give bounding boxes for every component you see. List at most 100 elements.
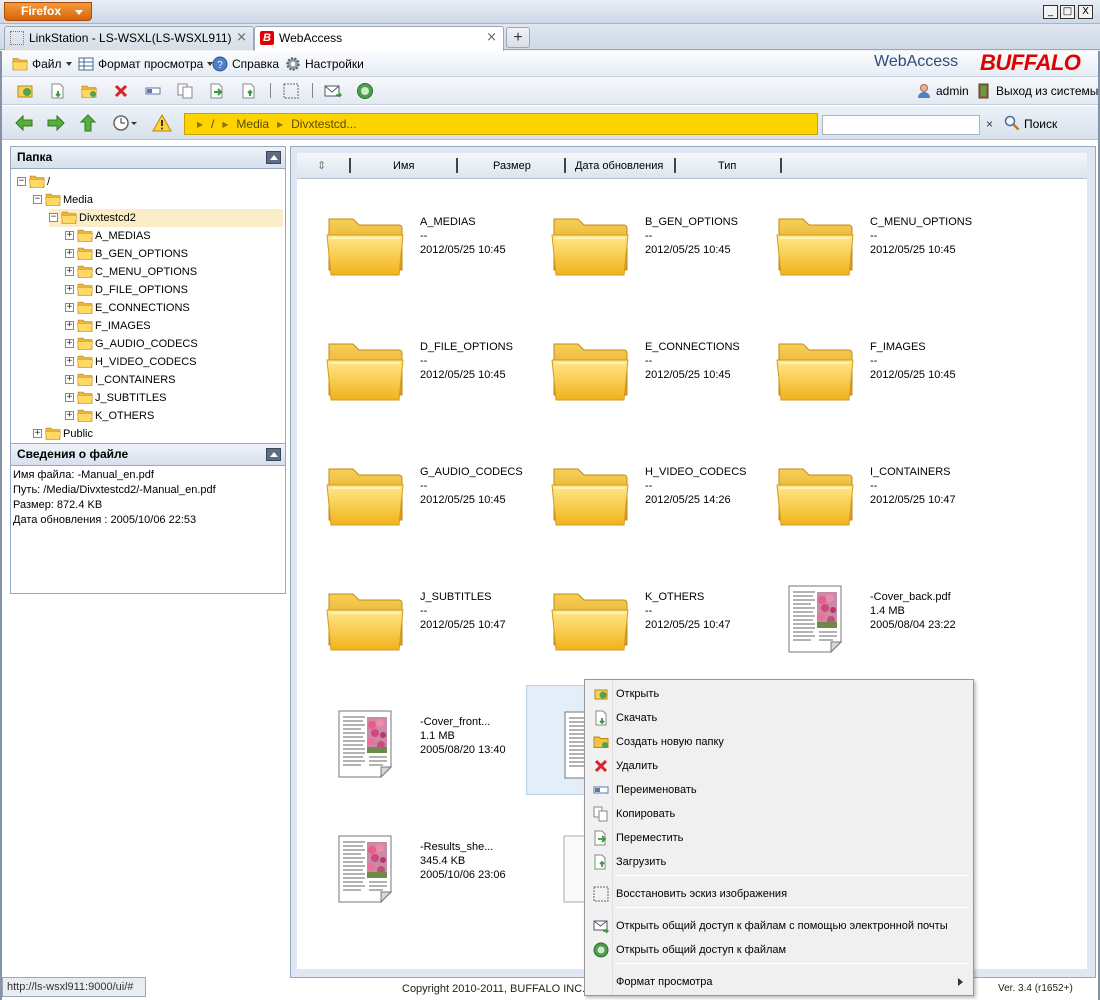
context-menu-item[interactable]: Скачать bbox=[587, 707, 971, 729]
folder-item[interactable]: B_GEN_OPTIONS -- 2012/05/25 10:45 bbox=[526, 185, 738, 295]
close-window-button[interactable]: X bbox=[1078, 5, 1093, 19]
forward-arrow-icon[interactable] bbox=[46, 113, 66, 133]
settings-menu[interactable]: Настройки bbox=[285, 56, 364, 72]
new-folder-icon[interactable] bbox=[80, 82, 98, 100]
tree-item[interactable]: − Divxtestcd2 bbox=[49, 209, 283, 227]
expand-toggle-icon[interactable]: + bbox=[65, 285, 74, 294]
tree-item[interactable]: + I_CONTAINERS bbox=[65, 371, 283, 389]
expand-toggle-icon[interactable]: + bbox=[65, 357, 74, 366]
column-updated[interactable]: Дата обновления bbox=[575, 158, 663, 174]
folder-item[interactable]: G_AUDIO_CODECS -- 2012/05/25 10:45 bbox=[301, 435, 523, 545]
tree-item[interactable]: + C_MENU_OPTIONS bbox=[65, 263, 283, 281]
column-size[interactable]: Размер bbox=[493, 158, 531, 174]
email-share-icon[interactable] bbox=[324, 82, 342, 100]
file-item[interactable]: -Cover_front... 1.1 MB 2005/08/20 13:40 bbox=[301, 685, 511, 795]
file-menu[interactable]: Файл bbox=[12, 56, 72, 72]
expand-toggle-icon[interactable]: + bbox=[65, 303, 74, 312]
tree-item[interactable]: + D_FILE_OPTIONS bbox=[65, 281, 283, 299]
context-menu-item[interactable]: Удалить bbox=[587, 755, 971, 777]
context-menu-item[interactable]: Переименовать bbox=[587, 779, 971, 801]
user-account[interactable]: admin bbox=[916, 83, 969, 99]
warning-icon[interactable] bbox=[152, 113, 172, 133]
tree-item[interactable]: − / bbox=[17, 173, 283, 191]
tree-item[interactable]: + Public bbox=[33, 425, 283, 443]
thumbnail-icon[interactable] bbox=[282, 82, 300, 100]
expand-toggle-icon[interactable]: + bbox=[33, 429, 42, 438]
folder-item[interactable]: I_CONTAINERS -- 2012/05/25 10:47 bbox=[751, 435, 961, 545]
copy-icon[interactable] bbox=[176, 82, 194, 100]
column-name[interactable]: Имя bbox=[393, 158, 414, 174]
share-icon[interactable] bbox=[356, 82, 374, 100]
context-menu-item[interactable]: Загрузить bbox=[587, 851, 971, 873]
tab-webaccess[interactable]: B WebAccess × bbox=[254, 26, 504, 51]
tree-item[interactable]: + B_GEN_OPTIONS bbox=[65, 245, 283, 263]
firefox-menu-button[interactable]: Firefox bbox=[4, 2, 92, 21]
folder-item[interactable]: H_VIDEO_CODECS -- 2012/05/25 14:26 bbox=[526, 435, 746, 545]
move-icon[interactable] bbox=[208, 82, 226, 100]
breadcrumb-current[interactable]: Divxtestcd... bbox=[291, 117, 356, 131]
folder-item[interactable]: F_IMAGES -- 2012/05/25 10:45 bbox=[751, 310, 961, 420]
context-menu-item[interactable]: Восстановить эскиз изображения bbox=[587, 883, 971, 905]
expand-toggle-icon[interactable]: + bbox=[65, 249, 74, 258]
tree-item[interactable]: + K_OTHERS bbox=[65, 407, 283, 425]
tree-item[interactable]: + E_CONNECTIONS bbox=[65, 299, 283, 317]
new-tab-button[interactable]: + bbox=[506, 27, 530, 48]
expand-toggle-icon[interactable]: − bbox=[49, 213, 58, 222]
expand-toggle-icon[interactable]: + bbox=[65, 375, 74, 384]
download-icon[interactable] bbox=[48, 82, 66, 100]
context-menu-item[interactable]: Открыть bbox=[587, 683, 971, 705]
tree-item[interactable]: − Media bbox=[33, 191, 283, 209]
breadcrumb-root[interactable]: / bbox=[211, 117, 214, 131]
folder-item[interactable]: A_MEDIAS -- 2012/05/25 10:45 bbox=[301, 185, 511, 295]
context-menu-item[interactable]: Переместить bbox=[587, 827, 971, 849]
expand-toggle-icon[interactable]: + bbox=[65, 231, 74, 240]
sort-icon[interactable]: ⇕ bbox=[317, 158, 326, 174]
expand-toggle-icon[interactable]: + bbox=[65, 339, 74, 348]
tab-linkstation[interactable]: LinkStation - LS-WSXL(LS-WSXL911) × bbox=[4, 26, 254, 50]
tree-item[interactable]: + F_IMAGES bbox=[65, 317, 283, 335]
help-menu[interactable]: ? Справка bbox=[212, 56, 279, 72]
search-button[interactable]: Поиск bbox=[1004, 115, 1057, 133]
expand-toggle-icon[interactable]: + bbox=[65, 411, 74, 420]
minimize-button[interactable]: _ bbox=[1043, 5, 1058, 19]
breadcrumb-media[interactable]: Media bbox=[236, 117, 269, 131]
expand-toggle-icon[interactable]: + bbox=[65, 321, 74, 330]
delete-icon[interactable] bbox=[112, 82, 130, 100]
context-menu-item[interactable]: Открыть общий доступ к файлам bbox=[587, 939, 971, 961]
up-arrow-icon[interactable] bbox=[78, 113, 98, 133]
folder-item[interactable]: E_CONNECTIONS -- 2012/05/25 10:45 bbox=[526, 310, 740, 420]
open-icon[interactable] bbox=[16, 82, 34, 100]
tree-item[interactable]: + A_MEDIAS bbox=[65, 227, 283, 245]
tab-close-icon[interactable]: × bbox=[486, 27, 497, 49]
expand-toggle-icon[interactable]: + bbox=[65, 393, 74, 402]
expand-toggle-icon[interactable]: − bbox=[33, 195, 42, 204]
tree-item[interactable]: + J_SUBTITLES bbox=[65, 389, 283, 407]
file-item[interactable]: -Results_she... 345.4 KB 2005/10/06 23:06 bbox=[301, 810, 511, 920]
folder-item[interactable]: C_MENU_OPTIONS -- 2012/05/25 10:45 bbox=[751, 185, 972, 295]
maximize-button[interactable]: □ bbox=[1060, 5, 1075, 19]
view-format-menu[interactable]: Формат просмотра bbox=[78, 56, 214, 72]
folder-item[interactable]: D_FILE_OPTIONS -- 2012/05/25 10:45 bbox=[301, 310, 513, 420]
history-icon[interactable] bbox=[112, 113, 138, 133]
tab-close-icon[interactable]: × bbox=[236, 27, 247, 49]
expand-toggle-icon[interactable]: + bbox=[65, 267, 74, 276]
context-menu-item[interactable]: Копировать bbox=[587, 803, 971, 825]
collapse-panel-button[interactable] bbox=[266, 448, 281, 461]
column-type[interactable]: Тип bbox=[718, 158, 736, 174]
context-menu-item[interactable]: Формат просмотра bbox=[587, 971, 971, 993]
file-item[interactable]: -Cover_back.pdf 1.4 MB 2005/08/04 23:22 bbox=[751, 560, 961, 670]
folder-item[interactable]: J_SUBTITLES -- 2012/05/25 10:47 bbox=[301, 560, 511, 670]
upload-icon[interactable] bbox=[240, 82, 258, 100]
context-menu-item[interactable]: Создать новую папку bbox=[587, 731, 971, 753]
expand-toggle-icon[interactable]: − bbox=[17, 177, 26, 186]
logout-button[interactable]: Выход из системы bbox=[976, 83, 1098, 99]
tree-item[interactable]: + H_VIDEO_CODECS bbox=[65, 353, 283, 371]
search-input[interactable] bbox=[822, 115, 980, 135]
back-arrow-icon[interactable] bbox=[14, 113, 34, 133]
context-menu-item[interactable]: Открыть общий доступ к файлам с помощью … bbox=[587, 915, 971, 937]
folder-item[interactable]: K_OTHERS -- 2012/05/25 10:47 bbox=[526, 560, 736, 670]
tree-item[interactable]: + G_AUDIO_CODECS bbox=[65, 335, 283, 353]
search-clear-icon[interactable]: × bbox=[986, 117, 993, 131]
collapse-panel-button[interactable] bbox=[266, 151, 281, 164]
rename-icon[interactable] bbox=[144, 82, 162, 100]
